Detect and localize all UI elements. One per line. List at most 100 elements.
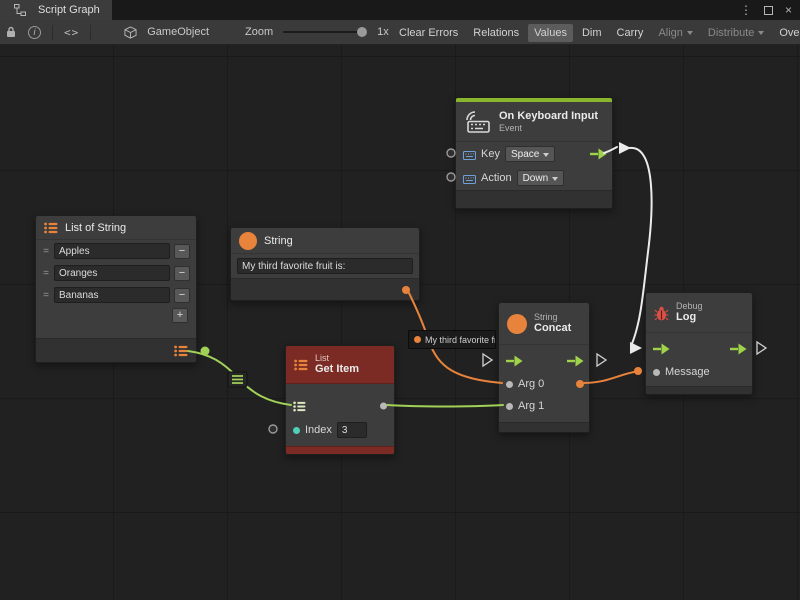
zoom-slider[interactable] xyxy=(283,31,367,33)
align-button[interactable]: Align xyxy=(652,24,698,42)
flow-output-port[interactable] xyxy=(730,343,747,355)
string-output-port[interactable] xyxy=(402,286,410,294)
node-on-keyboard-input[interactable]: On Keyboard Input Event Key Space xyxy=(455,97,613,209)
list-item-input[interactable]: Oranges xyxy=(54,265,170,281)
node-concat[interactable]: String Concat Arg 0 Arg 1 xyxy=(498,302,590,433)
carry-button[interactable]: Carry xyxy=(611,24,650,42)
zoom-slider-knob[interactable] xyxy=(357,27,367,37)
node-category: String xyxy=(534,312,571,323)
string-value-dot xyxy=(414,336,421,343)
script-graph-window: Script Graph ⋮ × i <> GameObject Zoom 1x… xyxy=(0,0,800,600)
node-category: Debug xyxy=(676,301,703,312)
concat-result-port[interactable] xyxy=(576,380,584,388)
drag-handle-icon[interactable]: = xyxy=(42,268,50,279)
dim-button[interactable]: Dim xyxy=(576,24,608,42)
action-dropdown[interactable]: Down xyxy=(517,170,565,186)
code-icon[interactable]: <> xyxy=(64,26,79,39)
drag-handle-icon[interactable]: = xyxy=(42,290,50,301)
list-output-port[interactable] xyxy=(174,345,188,357)
node-title: Get Item xyxy=(315,363,359,376)
index-input[interactable]: 3 xyxy=(337,422,367,438)
string-value-input[interactable]: My third favorite fruit is: xyxy=(237,258,413,274)
list-item-row: = Bananas − xyxy=(36,284,196,306)
flow-port-row xyxy=(499,349,589,373)
item-output-port[interactable] xyxy=(380,403,387,410)
node-footer xyxy=(231,278,419,300)
wire-arrowhead xyxy=(630,342,642,354)
add-item-button[interactable]: + xyxy=(172,308,188,323)
flow-hint-triangle xyxy=(483,354,492,366)
list-icon xyxy=(44,222,58,234)
index-input-port[interactable] xyxy=(293,427,300,434)
empty-port-circle xyxy=(447,173,455,181)
list-item-row: = Apples − xyxy=(36,240,196,262)
distribute-button-label: Distribute xyxy=(708,27,754,39)
arg1-input-port[interactable] xyxy=(506,403,513,410)
gameobject-label[interactable]: GameObject xyxy=(147,26,209,38)
node-header: On Keyboard Input Event xyxy=(456,102,612,142)
list-item-input[interactable]: Bananas xyxy=(54,287,170,303)
node-header: String xyxy=(231,228,419,254)
gameobject-icon xyxy=(124,26,137,39)
node-footer xyxy=(456,190,612,208)
keyboard-icon xyxy=(464,111,492,133)
info-icon[interactable]: i xyxy=(28,26,41,39)
dropdown-caret-icon xyxy=(687,31,693,38)
node-title: String xyxy=(264,235,293,247)
key-port-row: Key Space xyxy=(456,142,612,166)
flow-output-port[interactable] xyxy=(590,148,607,160)
toolbar-buttons: Clear Errors Relations Values Dim Carry … xyxy=(393,20,800,45)
list-input-port[interactable] xyxy=(293,401,306,412)
flow-output-port[interactable] xyxy=(567,355,584,367)
wire-list-badge xyxy=(228,372,247,387)
key-icon xyxy=(463,149,476,160)
flow-hint-triangle xyxy=(597,354,606,366)
node-title: Log xyxy=(676,311,703,324)
relations-button[interactable]: Relations xyxy=(467,24,525,42)
clear-errors-button[interactable]: Clear Errors xyxy=(393,24,464,42)
remove-item-button[interactable]: − xyxy=(174,266,190,281)
tab-script-graph[interactable]: Script Graph xyxy=(0,0,112,20)
remove-item-button[interactable]: − xyxy=(174,288,190,303)
align-button-label: Align xyxy=(658,27,682,39)
node-string-literal[interactable]: String My third favorite fruit is: xyxy=(230,227,420,301)
flow-hint-triangle xyxy=(757,342,766,354)
overview-button[interactable]: Overv xyxy=(773,24,800,42)
distribute-button[interactable]: Distribute xyxy=(702,24,770,42)
message-port-row: Message xyxy=(646,361,752,383)
zoom-value: 1x xyxy=(377,26,389,38)
list-item-input[interactable]: Apples xyxy=(54,243,170,259)
arg1-label: Arg 1 xyxy=(518,400,544,412)
maximize-icon[interactable] xyxy=(764,6,773,15)
arg0-input-port[interactable] xyxy=(506,381,513,388)
node-get-item[interactable]: List Get Item Index 3 xyxy=(285,345,395,455)
values-button[interactable]: Values xyxy=(528,24,573,42)
node-footer xyxy=(499,422,589,432)
titlebar: Script Graph ⋮ × xyxy=(0,0,800,20)
arg0-label: Arg 0 xyxy=(518,378,544,390)
wire-arrowhead xyxy=(619,142,631,154)
zoom-label: Zoom xyxy=(245,26,273,38)
graph-toolbar: i <> GameObject Zoom 1x Clear Errors Rel… xyxy=(0,20,800,45)
list-icon xyxy=(294,359,308,371)
remove-item-button[interactable]: − xyxy=(174,244,190,259)
node-list-of-string[interactable]: List of String = Apples − = Oranges − = … xyxy=(35,215,197,363)
flow-input-port[interactable] xyxy=(506,355,523,367)
flow-input-port[interactable] xyxy=(653,343,670,355)
node-header: List of String xyxy=(36,216,196,240)
node-log[interactable]: Debug Log Message xyxy=(645,292,753,395)
close-icon[interactable]: × xyxy=(785,3,792,17)
message-label: Message xyxy=(665,366,710,378)
script-graph-icon xyxy=(14,4,26,16)
message-input-port[interactable] xyxy=(653,369,660,376)
panel-menu-icon[interactable]: ⋮ xyxy=(740,3,752,17)
key-dropdown[interactable]: Space xyxy=(505,146,555,162)
index-port-row: Index 3 xyxy=(286,418,394,442)
drag-handle-icon[interactable]: = xyxy=(42,246,50,257)
lock-icon[interactable] xyxy=(6,26,16,38)
node-category: List xyxy=(315,353,359,364)
key-icon xyxy=(463,173,476,184)
list-icon xyxy=(232,376,243,383)
action-port-row: Action Down xyxy=(456,166,612,190)
graph-canvas[interactable]: On Keyboard Input Event Key Space xyxy=(0,45,800,600)
